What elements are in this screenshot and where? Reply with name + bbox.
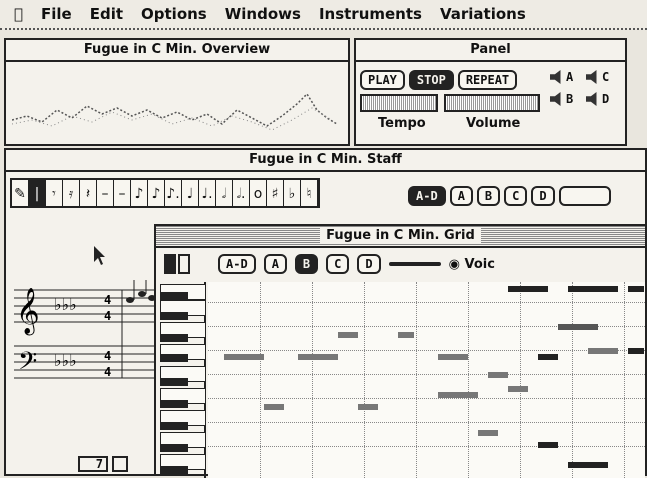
music-staff[interactable]: 𝄞 𝄢 ♭♭♭ ♭♭♭ 4 4 4 4 xyxy=(14,280,164,390)
speaker-icon xyxy=(586,92,597,106)
staff-voice-empty-slot[interactable] xyxy=(558,186,611,206)
rest-half-icon[interactable]: – xyxy=(97,180,114,208)
rest-sixteenth-icon[interactable]: 𝄿 xyxy=(63,180,80,208)
note-dotted-quarter-icon[interactable]: ♩. xyxy=(199,180,216,208)
natural-icon[interactable]: ♮ xyxy=(301,180,318,208)
flat-icon[interactable]: ♭ xyxy=(284,180,301,208)
voice-c-toggle[interactable]: C xyxy=(586,70,622,84)
menu-windows[interactable]: Windows xyxy=(225,5,301,23)
pencil-tool-icon[interactable]: ✎ xyxy=(12,180,29,208)
voice-a-toggle[interactable]: A xyxy=(550,70,586,84)
voice-d-label: D xyxy=(602,92,610,106)
stop-button[interactable]: STOP xyxy=(408,70,454,90)
menu-variations[interactable]: Variations xyxy=(440,5,526,23)
grid-voice-empty-slot[interactable] xyxy=(388,262,441,266)
staff-voice-b-button[interactable]: B xyxy=(476,186,501,206)
overview-waveform[interactable] xyxy=(12,80,342,140)
speaker-icon xyxy=(550,92,561,106)
voice-radio-label: Voic xyxy=(464,256,495,272)
staff-voice-all-button[interactable]: A-D xyxy=(408,186,446,206)
grid-voice-a-button[interactable]: A xyxy=(263,254,287,274)
staff-voice-c-button[interactable]: C xyxy=(504,186,528,206)
menu-options[interactable]: Options xyxy=(141,5,207,23)
speaker-icon xyxy=(550,70,561,84)
rest-quarter-icon[interactable]: 𝄽 xyxy=(80,180,97,208)
speaker-icon xyxy=(586,70,597,84)
rest-whole-icon[interactable]: – xyxy=(114,180,131,208)
note-dotted-eighth-icon[interactable]: ♪. xyxy=(165,180,182,208)
note-whole-icon[interactable]: o xyxy=(250,180,267,208)
pointer-arrow-icon xyxy=(94,246,105,265)
note-half-icon[interactable]: 𝅗𝅥 xyxy=(216,180,233,208)
text-cursor-tool-icon[interactable] xyxy=(178,254,190,274)
time-signature: 4 xyxy=(104,293,111,307)
key-flat-icon: ♭♭♭ xyxy=(54,295,77,314)
panel-title[interactable]: Panel xyxy=(356,40,625,62)
measure-scroll-arrow-icon[interactable] xyxy=(112,456,128,472)
volume-label: Volume xyxy=(466,116,521,131)
grid-voice-all-button[interactable]: A-D xyxy=(218,254,256,274)
grid-voice-d-button[interactable]: D xyxy=(357,254,381,274)
key-flat-icon: ♭♭♭ xyxy=(54,351,77,370)
apple-menu[interactable]:  xyxy=(14,5,23,23)
volume-slider[interactable] xyxy=(444,94,540,112)
staff-voice-d-button[interactable]: D xyxy=(531,186,555,206)
voice-c-label: C xyxy=(602,70,610,84)
staff-notes xyxy=(126,280,156,303)
tempo-label: Tempo xyxy=(378,116,426,131)
grid-voice-b-button[interactable]: B xyxy=(294,254,319,274)
overview-title[interactable]: Fugue in C Min. Overview xyxy=(6,40,348,62)
staff-voice-a-button[interactable]: A xyxy=(449,186,473,206)
voice-b-label: B xyxy=(566,92,574,106)
piano-keyboard[interactable] xyxy=(160,282,206,478)
voice-b-toggle[interactable]: B xyxy=(550,92,586,106)
note-eighth-icon[interactable]: ♪ xyxy=(131,180,148,208)
time-signature: 4 xyxy=(104,349,111,363)
repeat-button[interactable]: REPEAT xyxy=(457,70,518,90)
measure-number-field[interactable]: 7 xyxy=(78,456,108,472)
tempo-slider[interactable] xyxy=(360,94,438,112)
staff-toolbar: ✎ | 𝄾 𝄿 𝄽 – – ♪ ♪ ♪. ♩ ♩. 𝅗𝅥 𝅗𝅥. o ♯ ♭ ♮ xyxy=(10,178,320,208)
sharp-icon[interactable]: ♯ xyxy=(267,180,284,208)
voice-a-label: A xyxy=(566,70,574,84)
note-quarter-icon[interactable]: ♩ xyxy=(182,180,199,208)
bass-clef-icon: 𝄢 xyxy=(18,347,37,382)
voice-radio[interactable]: ◉ Voic xyxy=(449,257,495,272)
grid-titlebar[interactable]: Fugue in C Min. Grid xyxy=(156,226,645,248)
voice-d-toggle[interactable]: D xyxy=(586,92,622,106)
menu-instruments[interactable]: Instruments xyxy=(319,5,422,23)
time-signature: 4 xyxy=(104,365,111,379)
select-arrow-tool-icon[interactable] xyxy=(164,254,176,274)
staff-title[interactable]: Fugue in C Min. Staff xyxy=(6,150,645,172)
note-dotted-half-icon[interactable]: 𝅗𝅥. xyxy=(233,180,250,208)
treble-clef-icon: 𝄞 xyxy=(16,288,40,336)
note-eighth-icon[interactable]: ♪ xyxy=(148,180,165,208)
menu-edit[interactable]: Edit xyxy=(90,5,123,23)
rest-eighth-icon[interactable]: 𝄾 xyxy=(46,180,63,208)
time-signature: 4 xyxy=(104,309,111,323)
grid-window: Fugue in C Min. Grid A-D A B C D ◉ Voic xyxy=(154,224,647,478)
play-button[interactable]: PLAY xyxy=(360,70,405,90)
menu-bar:  File Edit Options Windows Instruments … xyxy=(0,0,647,30)
grid-title: Fugue in C Min. Grid xyxy=(320,228,481,243)
selected-tool-icon[interactable]: | xyxy=(29,180,46,208)
overview-window: Fugue in C Min. Overview xyxy=(4,38,350,146)
grid-voice-c-button[interactable]: C xyxy=(326,254,350,274)
panel-window: Panel PLAY STOP REPEAT Tempo Volume A C … xyxy=(354,38,627,146)
menu-file[interactable]: File xyxy=(41,5,72,23)
note-grid[interactable] xyxy=(208,282,645,478)
